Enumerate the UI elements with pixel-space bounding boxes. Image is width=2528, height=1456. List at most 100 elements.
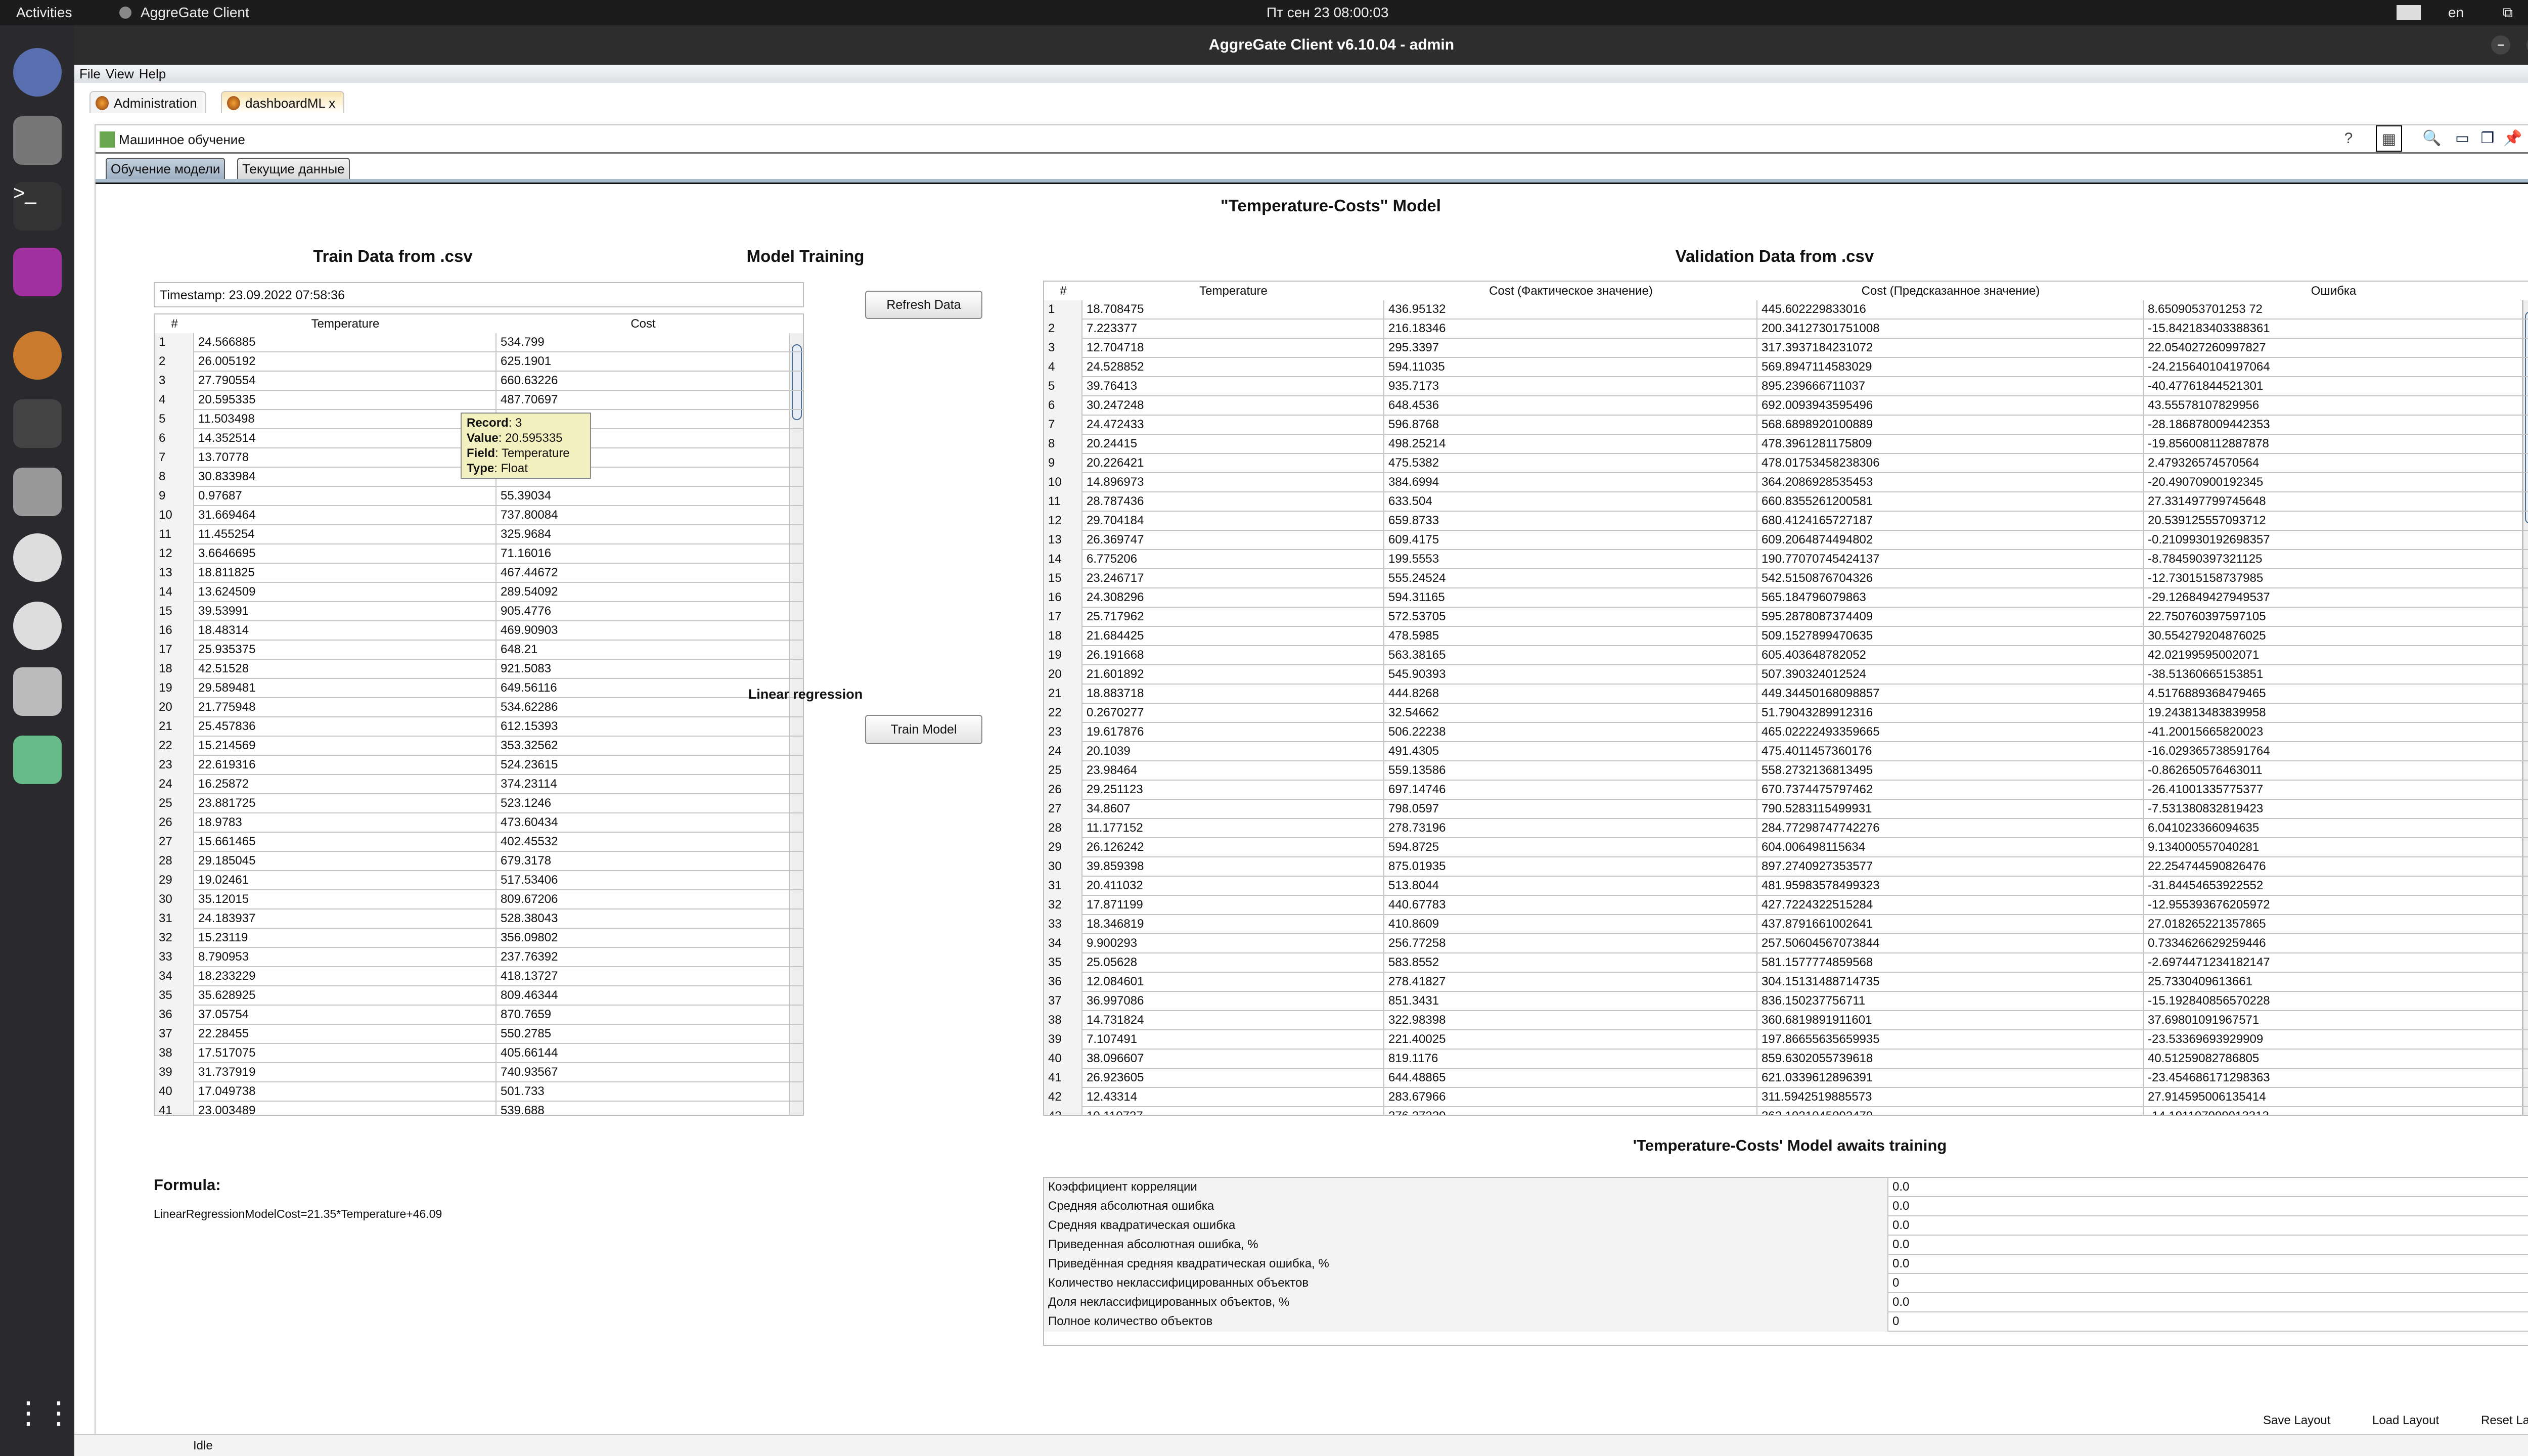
table-cell[interactable]: 809.46344 [496, 986, 790, 1006]
table-row[interactable]: 33 18.346819 410.8609 437.8791661002641 27.0… [1044, 915, 2528, 934]
row-number[interactable]: 3 [1044, 339, 1082, 358]
drive-icon[interactable] [13, 468, 62, 516]
maximize-panel-icon[interactable]: ▭ [2449, 125, 2475, 152]
table-cell[interactable]: 595.2878087374409 [1757, 608, 2144, 627]
table-cell[interactable]: 445.602229833016 [1757, 300, 2144, 320]
table-cell[interactable]: 283.67966 [1384, 1088, 1757, 1107]
table-row[interactable]: 20 21.601892 545.90393 507.390324012524 -38.… [1044, 665, 2528, 685]
table-cell[interactable]: 528.38043 [496, 909, 790, 929]
table-cell[interactable]: 42.02199595002071 [2144, 646, 2523, 665]
table-cell[interactable]: 197.86655635659935 [1757, 1030, 2144, 1050]
table-cell[interactable]: 26.369747 [1082, 531, 1384, 550]
table-cell[interactable]: 648.21 [496, 641, 790, 660]
row-number[interactable]: 6 [1044, 396, 1082, 416]
table-cell[interactable]: 42.51528 [194, 660, 496, 679]
table-cell[interactable]: 17.517075 [194, 1044, 496, 1063]
table-cell[interactable]: 648.4536 [1384, 396, 1757, 416]
table-cell[interactable]: 18.346819 [1082, 915, 1384, 934]
table-cell[interactable]: 30.247248 [1082, 396, 1384, 416]
table-cell[interactable]: 28.787436 [1082, 492, 1384, 512]
table-cell[interactable]: 20.411032 [1082, 877, 1384, 896]
row-number[interactable]: 4 [1044, 358, 1082, 377]
table-cell[interactable]: 15.214569 [194, 737, 496, 756]
table-cell[interactable]: 43.55578107829956 [2144, 396, 2523, 416]
table-cell[interactable]: 478.01753458238306 [1757, 454, 2144, 473]
table-cell[interactable]: -31.84454653922552 [2144, 877, 2523, 896]
table-cell[interactable]: 199.5553 [1384, 550, 1757, 569]
table-cell[interactable]: -2.6974471234182147 [2144, 953, 2523, 973]
table-cell[interactable]: 18.811825 [194, 564, 496, 583]
table-row[interactable]: 6 30.247248 648.4536 692.0093943595496 43.55… [1044, 396, 2528, 416]
table-cell[interactable]: 565.184796079863 [1757, 588, 2144, 608]
table-cell[interactable]: 14.731824 [1082, 1011, 1384, 1030]
row-number[interactable]: 5 [1044, 377, 1082, 396]
table-row[interactable]: 19 26.191668 563.38165 605.403648782052 42.0… [1044, 646, 2528, 665]
table-cell[interactable]: 875.01935 [1384, 857, 1757, 877]
table-row[interactable]: 11 11.455254 325.9684 [155, 525, 803, 544]
table-cell[interactable]: 605.403648782052 [1757, 646, 2144, 665]
language-indicator[interactable]: en [2448, 5, 2464, 21]
show-apps-icon[interactable]: ⋮⋮ [13, 1395, 74, 1444]
row-number[interactable]: 37 [1044, 992, 1082, 1011]
table-cell[interactable]: 26.923605 [1082, 1069, 1384, 1088]
table-row[interactable]: 18 42.51528 921.5083 [155, 660, 803, 679]
table-cell[interactable]: 507.390324012524 [1757, 665, 2144, 685]
table-cell[interactable]: -26.41001335775377 [2144, 781, 2523, 800]
table-cell[interactable]: 18.48314 [194, 621, 496, 641]
row-number[interactable]: 8 [1044, 435, 1082, 454]
table-row[interactable]: 14 13.624509 289.54092 [155, 583, 803, 602]
table-cell[interactable]: 737.80084 [496, 506, 790, 525]
table-row[interactable]: 14 6.775206 199.5553 190.77070745424137 -8.7… [1044, 550, 2528, 569]
table-cell[interactable]: 604.006498115634 [1757, 838, 2144, 857]
row-number[interactable]: 28 [155, 852, 194, 871]
table-row[interactable]: 4 24.528852 594.11035 569.8947114583029 -24.… [1044, 358, 2528, 377]
table-cell[interactable]: 374.23114 [496, 775, 790, 794]
table-cell[interactable]: -16.029365738591764 [2144, 742, 2523, 761]
table-cell[interactable]: 20.1039 [1082, 742, 1384, 761]
table-cell[interactable]: 798.0597 [1384, 800, 1757, 819]
browser-icon[interactable] [13, 48, 62, 97]
row-number[interactable]: 25 [1044, 761, 1082, 781]
table-cell[interactable]: 583.8552 [1384, 953, 1757, 973]
table-cell[interactable]: 670.7374475797462 [1757, 781, 2144, 800]
table-cell[interactable]: 289.54092 [496, 583, 790, 602]
terminal-icon[interactable]: >_ [13, 182, 62, 231]
table-cell[interactable]: 360.6819891911601 [1757, 1011, 2144, 1030]
table-cell[interactable]: 572.53705 [1384, 608, 1757, 627]
table-row[interactable]: 25 23.98464 559.13586 558.2732136813495 -0.8… [1044, 761, 2528, 781]
table-cell[interactable]: 19.02461 [194, 871, 496, 890]
table-cell[interactable]: -38.51360665153851 [2144, 665, 2523, 685]
row-number[interactable]: 18 [155, 660, 194, 679]
table-row[interactable]: 15 39.53991 905.4776 [155, 602, 803, 621]
table-cell[interactable]: 22.254744590826476 [2144, 857, 2523, 877]
table-row[interactable]: 26 18.9783 473.60434 [155, 813, 803, 833]
table-cell[interactable]: 478.3961281175809 [1757, 435, 2144, 454]
row-number[interactable]: 37 [155, 1025, 194, 1044]
table-cell[interactable]: 23.003489 [194, 1102, 496, 1115]
table-cell[interactable]: 25.717962 [1082, 608, 1384, 627]
row-number[interactable]: 29 [1044, 838, 1082, 857]
table-cell[interactable]: 284.77298747742276 [1757, 819, 2144, 838]
table-cell[interactable]: 322.98398 [1384, 1011, 1757, 1030]
table-row[interactable]: 23 22.619316 524.23615 [155, 756, 803, 775]
table-cell[interactable]: 262.1921045092479 [1757, 1107, 2144, 1115]
validation-data-table[interactable]: # Temperature Cost (Фактическое значение… [1043, 281, 2528, 1116]
row-number[interactable]: 20 [1044, 665, 1082, 685]
table-row[interactable]: 2 26.005192 625.1901 [155, 352, 803, 372]
table-cell[interactable]: 21.601892 [1082, 665, 1384, 685]
minimize-button[interactable]: – [2491, 35, 2510, 55]
table-row[interactable]: 31 24.183937 528.38043 [155, 909, 803, 929]
row-number[interactable]: 36 [1044, 973, 1082, 992]
column-header[interactable]: Cost (Фактическое значение) [1384, 284, 1757, 298]
table-cell[interactable]: 596.8768 [1384, 416, 1757, 435]
table-cell[interactable]: 304.15131488714735 [1757, 973, 2144, 992]
row-number[interactable]: 12 [1044, 512, 1082, 531]
table-cell[interactable]: -41.20015665820023 [2144, 723, 2523, 742]
table-cell[interactable]: 649.56116 [496, 679, 790, 698]
column-header[interactable]: Temperature [1082, 284, 1384, 298]
table-cell[interactable]: 4.5176889368479465 [2144, 685, 2523, 704]
table-cell[interactable]: 542.5150876704326 [1757, 569, 2144, 588]
table-cell[interactable]: 440.67783 [1384, 896, 1757, 915]
table-cell[interactable]: 11.455254 [194, 525, 496, 544]
table-row[interactable]: 5 39.76413 935.7173 895.239666711037 -40.477… [1044, 377, 2528, 396]
